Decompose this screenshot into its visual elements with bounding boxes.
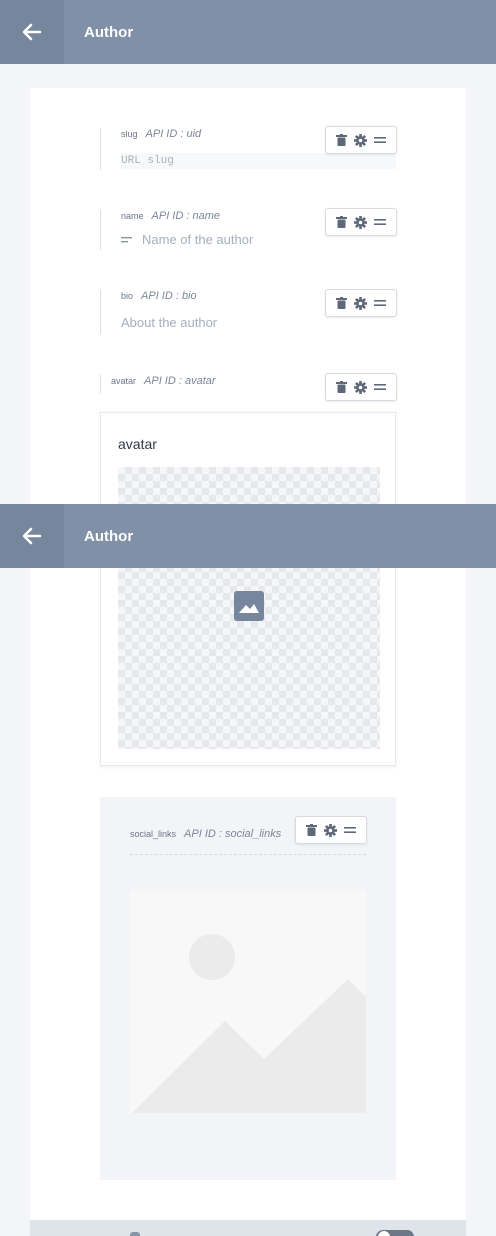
name-input[interactable]: Name of the author: [121, 232, 253, 247]
field-toolbar: [325, 289, 397, 317]
slug-input[interactable]: URL slug: [121, 153, 396, 169]
toggle-switch[interactable]: [376, 1230, 414, 1236]
field-api-id: API ID : avatar: [144, 375, 216, 387]
field-divider: [130, 854, 366, 855]
bottom-bar: [30, 1220, 466, 1236]
field-divider: [100, 375, 101, 393]
field-name: social_links: [130, 829, 177, 839]
page-title: Author: [84, 23, 134, 41]
field-name: bio: [121, 291, 134, 301]
field-divider: [100, 128, 101, 170]
back-button[interactable]: [0, 504, 64, 568]
trash-icon[interactable]: [305, 824, 317, 836]
gear-icon[interactable]: [353, 133, 367, 147]
field-divider: [100, 290, 101, 334]
image-icon: [234, 591, 264, 626]
field-toolbar: [325, 208, 397, 236]
drag-handle-icon[interactable]: [374, 218, 387, 226]
trash-icon[interactable]: [335, 297, 347, 309]
field-name: avatar: [111, 376, 137, 386]
top-bar: Author: [0, 0, 496, 64]
trash-icon[interactable]: [335, 381, 347, 393]
landscape-placeholder-icon: [132, 934, 366, 1113]
bottom-bar-icon: [130, 1232, 140, 1236]
page-title: Author: [84, 527, 134, 545]
field-api-id: API ID : uid: [145, 128, 202, 140]
trash-icon[interactable]: [335, 134, 347, 146]
drag-handle-icon[interactable]: [374, 383, 387, 391]
field-social-links: social_links API ID : social_links: [100, 797, 396, 1180]
field-name: slug: [121, 129, 138, 139]
gear-icon[interactable]: [353, 215, 367, 229]
drag-handle-icon[interactable]: [374, 299, 387, 307]
field-api-id: API ID : social_links: [184, 828, 282, 840]
avatar-upload-card: avatar: [100, 412, 396, 766]
avatar-card-title: avatar: [118, 436, 157, 452]
trash-icon[interactable]: [335, 216, 347, 228]
field-toolbar: [325, 373, 397, 401]
field-api-id: API ID : bio: [141, 290, 197, 302]
field-api-id: API ID : name: [151, 210, 220, 222]
text-lines-icon: [121, 236, 132, 242]
image-placeholder: [130, 891, 366, 1113]
drag-handle-icon[interactable]: [344, 826, 357, 834]
gear-icon[interactable]: [323, 823, 337, 837]
field-toolbar: [325, 126, 397, 154]
toggle-knob: [378, 1231, 390, 1236]
field-divider: [100, 210, 101, 250]
field-toolbar: [295, 816, 367, 844]
name-placeholder: Name of the author: [142, 232, 254, 247]
bio-input[interactable]: About the author: [121, 315, 217, 330]
field-name: name: [121, 211, 144, 221]
gear-icon[interactable]: [353, 380, 367, 394]
back-button[interactable]: [0, 0, 64, 64]
sticky-top-bar: Author: [0, 504, 496, 568]
arrow-left-icon: [22, 23, 42, 41]
drag-handle-icon[interactable]: [374, 136, 387, 144]
arrow-left-icon: [22, 527, 42, 545]
gear-icon[interactable]: [353, 296, 367, 310]
